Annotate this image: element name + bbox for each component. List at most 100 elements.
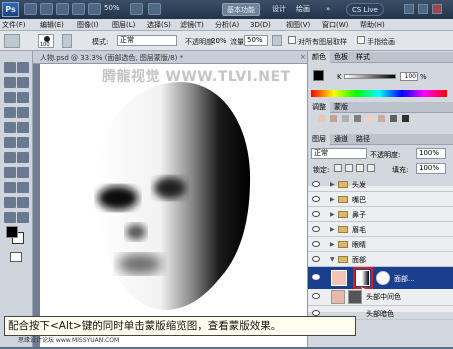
quick-select-tool-icon[interactable] [17, 77, 29, 88]
menu-help[interactable]: 帮助(H) [360, 19, 385, 31]
layer-mask-thumbnail[interactable] [356, 270, 370, 286]
menu-image[interactable]: 图像(I) [77, 19, 99, 31]
tool-preset-picker[interactable] [4, 34, 20, 48]
tab-adjustments[interactable]: 调整 [308, 102, 330, 113]
workspace-painting-button[interactable]: 绘画 [292, 3, 314, 16]
maximize-icon[interactable] [418, 4, 428, 14]
layer-thumbnail[interactable] [331, 290, 345, 304]
lock-image-icon[interactable] [345, 164, 353, 172]
minibridge-icon[interactable] [40, 3, 53, 15]
quick-mask-icon[interactable] [10, 252, 22, 262]
k-slider[interactable] [344, 74, 396, 79]
menu-select[interactable]: 选择(S) [147, 19, 171, 31]
eye-icon[interactable] [312, 293, 320, 299]
marquee-tool-icon[interactable] [17, 62, 29, 73]
lock-all-icon[interactable] [367, 164, 375, 172]
eye-icon[interactable] [312, 226, 320, 232]
lock-transparent-icon[interactable] [334, 164, 342, 172]
cs-live-button[interactable]: CS Live [346, 3, 384, 16]
eye-icon[interactable] [312, 256, 320, 262]
bridge-icon[interactable] [24, 3, 37, 15]
eye-icon[interactable] [312, 241, 320, 247]
expand-triangle-icon[interactable]: ▶ [330, 211, 335, 218]
3d-orbit-tool-icon[interactable] [17, 197, 29, 208]
swatch[interactable] [378, 115, 385, 122]
eye-icon[interactable] [312, 181, 320, 187]
eraser-tool-icon[interactable] [4, 137, 16, 148]
eye-icon[interactable] [312, 211, 320, 217]
workspace-essentials-button[interactable]: 基本功能 [222, 3, 260, 16]
swatch[interactable] [402, 115, 409, 122]
tab-channels[interactable]: 通道 [330, 134, 352, 145]
swatch[interactable] [330, 115, 337, 122]
layer-row[interactable]: 头部中间色 [308, 289, 453, 306]
hand-tool-icon[interactable] [4, 212, 16, 223]
expand-triangle-icon[interactable]: ▶ [330, 226, 335, 233]
document-close-icon[interactable]: × [300, 53, 306, 61]
pen-tool-icon[interactable] [4, 167, 16, 178]
gradient-tool-icon[interactable] [17, 137, 29, 148]
crop-tool-icon[interactable] [4, 92, 16, 103]
brush-tool-icon[interactable] [17, 107, 29, 118]
zoom-tool-icon[interactable] [17, 212, 29, 223]
layer-row-selected[interactable]: ➤ 面部... [308, 267, 453, 294]
document-canvas[interactable] [40, 64, 307, 347]
menu-file[interactable]: 文件(F) [2, 19, 26, 31]
expand-triangle-icon[interactable]: ▶ [330, 241, 335, 248]
eye-icon[interactable] [312, 274, 320, 280]
guides-icon[interactable] [56, 3, 69, 15]
zoom-tool-icon[interactable] [88, 3, 101, 15]
3d-rotate-tool-icon[interactable] [4, 197, 16, 208]
finger-painting-checkbox[interactable] [357, 36, 365, 44]
menu-analysis[interactable]: 分析(A) [215, 19, 239, 31]
eye-icon[interactable] [312, 196, 320, 202]
dodge-tool-icon[interactable] [17, 152, 29, 163]
tab-color[interactable]: 颜色 [308, 52, 330, 63]
shape-tool-icon[interactable] [17, 182, 29, 193]
layer-row[interactable]: ▼ 面部 [308, 252, 453, 267]
layer-blend-mode-select[interactable]: 正常 [311, 148, 367, 159]
path-select-tool-icon[interactable] [4, 182, 16, 193]
layer-thumbnail[interactable] [331, 270, 347, 286]
tab-styles[interactable]: 样式 [352, 52, 374, 63]
layer-opacity-input[interactable]: 100% [416, 148, 446, 159]
k-value-input[interactable]: 100 [400, 72, 418, 81]
layer-row[interactable]: ▶ 眼睛 [308, 237, 453, 252]
opacity-value[interactable]: 20% [211, 37, 227, 45]
menu-filter[interactable]: 滤镜(T) [180, 19, 204, 31]
tab-swatches[interactable]: 色板 [330, 52, 352, 63]
brush-panel-toggle-icon[interactable] [62, 34, 72, 48]
menu-window[interactable]: 窗口(W) [322, 19, 348, 31]
menu-layer[interactable]: 图层(L) [112, 19, 135, 31]
swatch[interactable] [354, 115, 361, 122]
layer-row[interactable]: ▶ 眉毛 [308, 222, 453, 237]
menu-edit[interactable]: 编辑(E) [40, 19, 64, 31]
swatch[interactable] [390, 115, 397, 122]
zoom-level-select[interactable]: 50% [104, 4, 120, 12]
lock-position-icon[interactable] [356, 164, 364, 172]
healing-brush-tool-icon[interactable] [4, 107, 16, 118]
workspace-design-button[interactable]: 设计 [268, 3, 290, 16]
minimize-icon[interactable] [404, 4, 414, 14]
lasso-tool-icon[interactable] [4, 77, 16, 88]
menu-3d[interactable]: 3D(D) [250, 19, 271, 31]
close-icon[interactable] [432, 4, 442, 14]
swatch[interactable] [318, 115, 325, 122]
expand-triangle-icon[interactable]: ▶ [330, 196, 335, 203]
menu-view[interactable]: 视图(V) [286, 19, 310, 31]
swatch[interactable] [366, 115, 373, 122]
tab-layers[interactable]: 图层 [308, 134, 330, 145]
layer-row[interactable]: ▶ 鼻子 [308, 207, 453, 222]
expand-triangle-icon[interactable]: ▶ [330, 181, 335, 188]
tab-paths[interactable]: 路径 [352, 134, 374, 145]
history-brush-tool-icon[interactable] [17, 122, 29, 133]
sample-all-layers-checkbox[interactable] [288, 36, 296, 44]
airbrush-icon[interactable] [272, 35, 282, 46]
move-tool-icon[interactable] [4, 62, 16, 73]
flow-input[interactable]: 50% [244, 35, 268, 46]
layer-mask-thumbnail[interactable] [348, 290, 362, 304]
clone-stamp-tool-icon[interactable] [4, 122, 16, 133]
type-tool-icon[interactable] [17, 167, 29, 178]
hand-tool-icon[interactable] [72, 3, 85, 15]
eyedropper-tool-icon[interactable] [17, 92, 29, 103]
